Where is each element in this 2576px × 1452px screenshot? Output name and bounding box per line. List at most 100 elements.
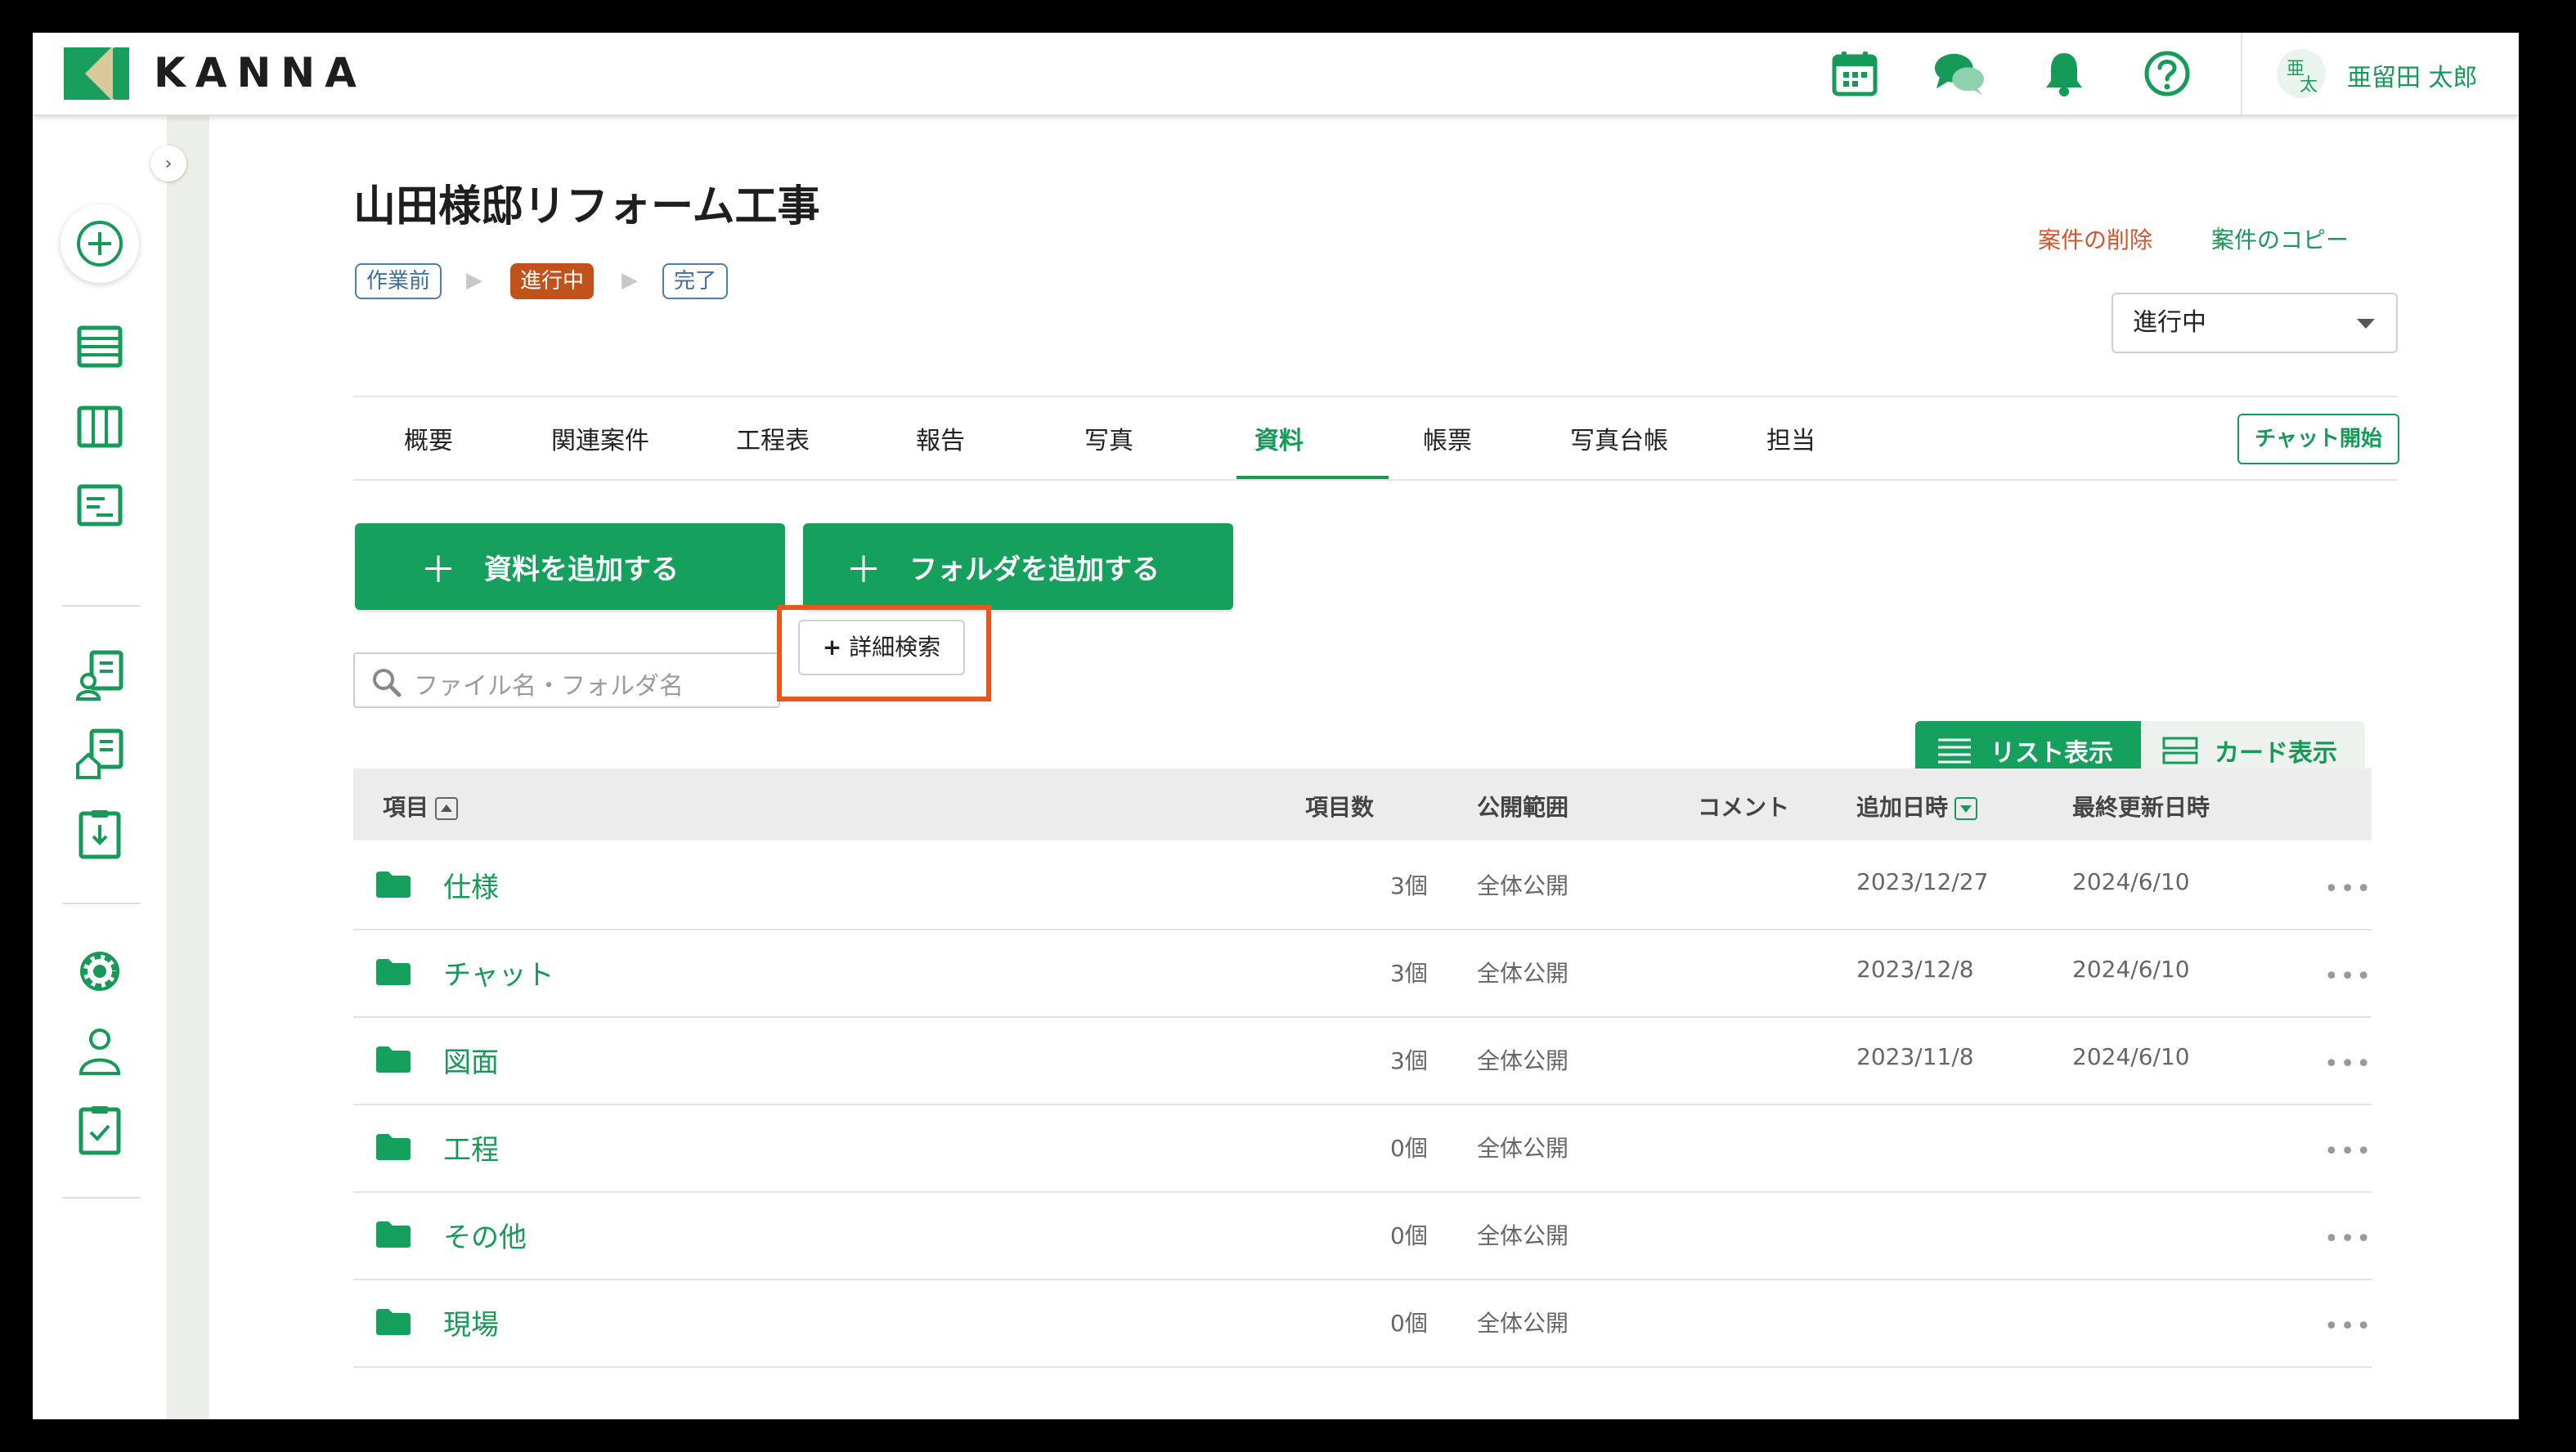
column-header-label: 項目 (383, 794, 429, 821)
more-options-icon[interactable]: ••• (2324, 1225, 2372, 1253)
publish-scope: 全体公開 (1477, 1310, 1569, 1337)
user-name[interactable]: 亜留田 太郎 (2347, 57, 2478, 93)
table-row[interactable]: その他 0個 全体公開 ••• (353, 1192, 2372, 1280)
folder-name[interactable]: 図面 (443, 1040, 499, 1080)
tab-report[interactable]: 報告 (916, 420, 965, 456)
tab-schedule[interactable]: 工程表 (736, 420, 810, 456)
sidebar-item-customer[interactable] (67, 643, 132, 708)
tab-forms[interactable]: 帳票 (1423, 420, 1472, 456)
start-chat-button[interactable]: チャット開始 (2237, 414, 2399, 464)
updated-date: 2024/6/10 (2072, 956, 2190, 983)
bell-icon[interactable] (2038, 47, 2090, 100)
more-options-icon[interactable]: ••• (2324, 1312, 2372, 1341)
added-date: 2023/12/8 (1856, 956, 1974, 983)
column-header-updated[interactable]: 最終更新日時 (2072, 790, 2210, 822)
advanced-search-label: 詳細検索 (849, 634, 941, 661)
item-count: 3個 (1390, 872, 1428, 899)
more-options-icon[interactable]: ••• (2324, 875, 2372, 903)
column-header-item[interactable]: 項目 (383, 790, 459, 822)
updated-date: 2024/6/10 (2072, 1043, 2190, 1070)
folder-name[interactable]: 現場 (443, 1302, 499, 1342)
list-icon (77, 325, 123, 368)
list-view-icon (1938, 738, 1971, 764)
item-count: 3個 (1390, 960, 1428, 987)
folder-icon (376, 1134, 411, 1160)
sidebar-item-user[interactable] (67, 1019, 132, 1084)
property-icon (76, 728, 123, 779)
publish-scope: 全体公開 (1477, 960, 1569, 987)
chat-icon[interactable] (1933, 47, 1986, 100)
tabs-divider (353, 396, 2398, 397)
column-header-added[interactable]: 追加日時 (1856, 790, 1978, 822)
column-header-scope[interactable]: 公開範囲 (1477, 790, 1568, 822)
publish-scope: 全体公開 (1477, 1047, 1569, 1074)
updated-date: 2024/6/10 (2072, 868, 2190, 895)
advanced-search-button[interactable]: + 詳細検索 (798, 620, 965, 675)
settings-icon (80, 952, 119, 991)
add-file-label: 資料を追加する (484, 553, 679, 586)
app-window: KANNA 亜 太 亜留田 太郎 › 山田様邸リフォーム工事 作業前 ▶ 進行中… (33, 33, 2519, 1419)
search-placeholder: ファイル名・フォルダ名 (414, 672, 684, 701)
sidebar-item-download[interactable] (67, 801, 132, 867)
plus-icon: + (822, 634, 842, 661)
add-file-button[interactable]: ＋ 資料を追加する (355, 523, 785, 610)
tab-assignee[interactable]: 担当 (1766, 420, 1815, 456)
more-options-icon[interactable]: ••• (2324, 962, 2372, 991)
copy-project-link[interactable]: 案件のコピー (2211, 222, 2349, 255)
table-row[interactable]: 図面 3個 全体公開 2023/11/8 2024/6/10 ••• (353, 1017, 2372, 1105)
column-header-count[interactable]: 項目数 (1305, 790, 1374, 822)
tab-documents[interactable]: 資料 (1254, 420, 1304, 456)
sidebar-gutter (167, 114, 209, 1419)
folder-name[interactable]: 工程 (443, 1127, 499, 1167)
more-options-icon[interactable]: ••• (2324, 1050, 2372, 1078)
sidebar-item-report[interactable] (67, 473, 132, 538)
table-row[interactable]: 工程 0個 全体公開 ••• (353, 1105, 2372, 1193)
tab-photo-ledger[interactable]: 写真台帳 (1570, 420, 1668, 456)
table-row[interactable]: チャット 3個 全体公開 2023/12/8 2024/6/10 ••• (353, 930, 2372, 1018)
added-date: 2023/12/27 (1856, 868, 1989, 895)
search-input[interactable]: ファイル名・フォルダ名 (353, 652, 780, 708)
sidebar-divider (62, 1197, 141, 1199)
sidebar-expand-button[interactable]: › (150, 146, 186, 182)
folder-icon (376, 1309, 411, 1335)
report-icon (77, 484, 123, 527)
sidebar-item-settings[interactable] (67, 939, 132, 1004)
logo-text: KANNA (154, 49, 366, 96)
help-icon[interactable] (2141, 47, 2193, 100)
folder-name[interactable]: チャット (443, 952, 554, 993)
sort-desc-icon[interactable] (1954, 797, 1978, 820)
avatar[interactable]: 亜 太 (2277, 49, 2326, 98)
sidebar-item-board[interactable] (67, 394, 132, 459)
item-count: 0個 (1390, 1222, 1428, 1249)
sidebar-divider (62, 903, 141, 904)
step-arrow-icon: ▶ (622, 268, 638, 293)
folder-name[interactable]: その他 (443, 1215, 527, 1255)
tab-related[interactable]: 関連案件 (551, 420, 649, 456)
status-dropdown[interactable]: 進行中 (2112, 293, 2398, 353)
item-count: 0個 (1390, 1135, 1428, 1162)
sort-asc-icon[interactable] (435, 797, 459, 820)
sidebar-item-checklist[interactable] (67, 1097, 132, 1163)
more-options-icon[interactable]: ••• (2324, 1137, 2372, 1166)
kanna-logo[interactable] (64, 47, 129, 100)
add-folder-label: フォルダを追加する (909, 553, 1160, 586)
header-divider (2241, 33, 2242, 114)
sidebar-item-list[interactable] (67, 314, 132, 379)
top-header: KANNA 亜 太 亜留田 太郎 (33, 33, 2519, 116)
tab-overview[interactable]: 概要 (404, 420, 453, 456)
sidebar-item-property[interactable] (67, 721, 132, 786)
table-row[interactable]: 仕様 3個 全体公開 2023/12/27 2024/6/10 ••• (353, 842, 2372, 930)
publish-scope: 全体公開 (1477, 1135, 1569, 1162)
delete-project-link[interactable]: 案件の削除 (2038, 222, 2152, 255)
search-icon (373, 669, 402, 697)
table-row[interactable]: 現場 0個 全体公開 ••• (353, 1279, 2372, 1368)
caret-down-icon (2357, 319, 2375, 329)
column-header-comment[interactable]: コメント (1698, 790, 1789, 822)
add-new-button[interactable] (61, 204, 139, 283)
tab-photos[interactable]: 写真 (1084, 420, 1133, 456)
calendar-icon[interactable] (1829, 47, 1881, 100)
avatar-initial-bottom: 太 (2300, 75, 2318, 96)
step-in-progress: 進行中 (510, 263, 595, 299)
add-folder-button[interactable]: ＋ フォルダを追加する (803, 523, 1233, 610)
folder-name[interactable]: 仕様 (443, 865, 499, 905)
